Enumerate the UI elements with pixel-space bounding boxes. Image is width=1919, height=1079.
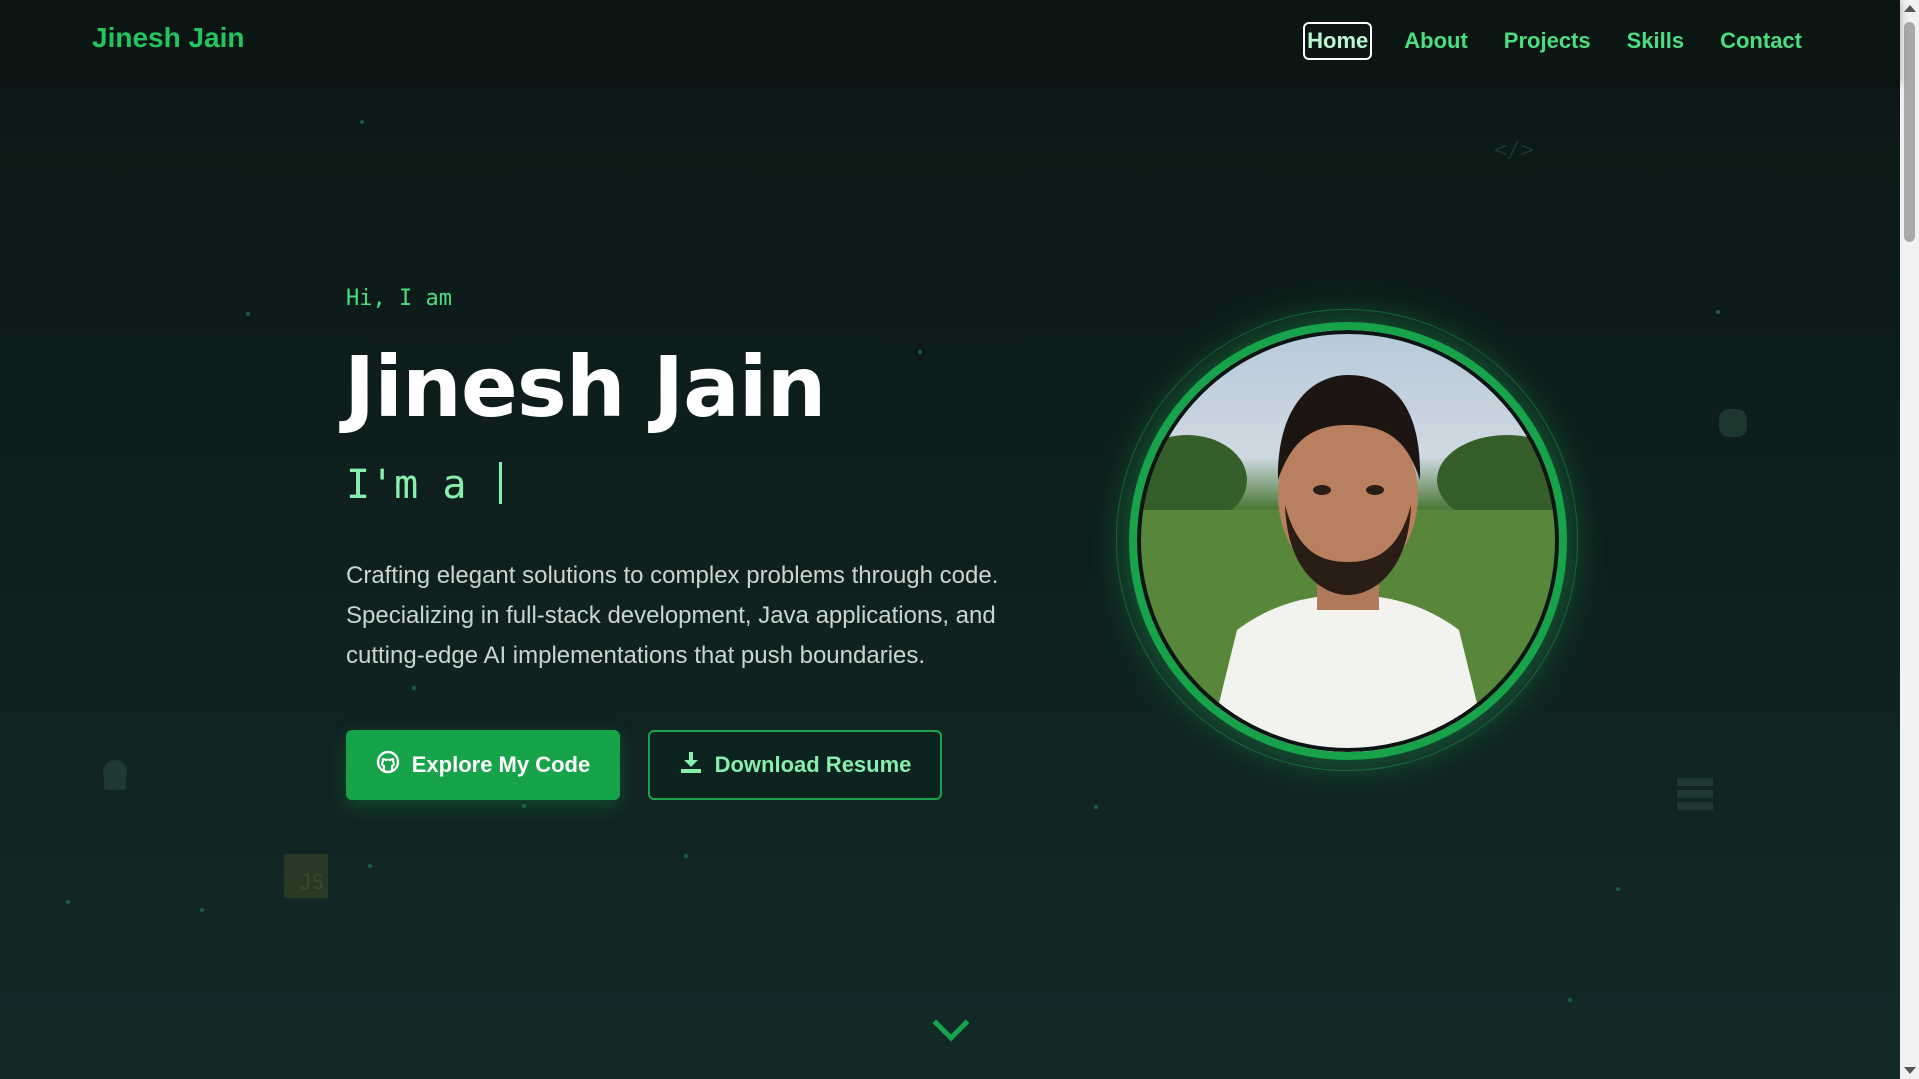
github-icon — [376, 750, 400, 780]
download-resume-button[interactable]: Download Resume — [648, 730, 942, 800]
particle — [1616, 887, 1620, 891]
scroll-down-arrow[interactable] — [1904, 1067, 1916, 1074]
typing-cursor — [498, 462, 502, 504]
nav-links: Home About Projects Skills Contact — [1303, 22, 1806, 60]
scroll-thumb[interactable] — [1904, 22, 1915, 242]
chevron-down-icon[interactable] — [932, 1004, 970, 1042]
hero-greeting: Hi, I am — [346, 286, 452, 311]
scroll-up-arrow[interactable] — [1904, 5, 1916, 12]
particle — [1568, 998, 1572, 1002]
particle — [66, 900, 70, 904]
hero-name: Jinesh Jain — [344, 338, 826, 436]
particle — [522, 804, 526, 808]
page-scrollbar[interactable] — [1900, 0, 1919, 1079]
code-icon: </> — [1494, 138, 1534, 163]
typed-role-text: I'm a — [346, 462, 491, 508]
js-icon: JS — [284, 854, 328, 898]
particle — [360, 120, 364, 124]
nav-link-about[interactable]: About — [1400, 22, 1472, 60]
particle — [200, 908, 204, 912]
top-navbar: Jinesh Jain Home About Projects Skills C… — [0, 0, 1900, 82]
profile-photo-frame — [1116, 309, 1578, 771]
particle — [684, 854, 688, 858]
download-resume-label: Download Resume — [714, 752, 912, 777]
particle — [1716, 310, 1720, 314]
python-icon — [1716, 406, 1750, 444]
brand-logo[interactable]: Jinesh Jain — [92, 22, 245, 54]
photo-inner-ring — [1137, 330, 1559, 752]
explore-code-label: Explore My Code — [411, 752, 591, 777]
particle — [368, 864, 372, 868]
database-icon — [1677, 778, 1713, 814]
nav-link-contact[interactable]: Contact — [1716, 22, 1806, 60]
explore-code-button[interactable]: Explore My Code — [346, 730, 620, 800]
particle — [412, 686, 416, 690]
nav-link-skills[interactable]: Skills — [1623, 22, 1688, 60]
typed-role: I'm a — [346, 462, 502, 508]
particle — [1094, 805, 1098, 809]
profile-photo — [1129, 322, 1567, 760]
nav-link-home[interactable]: Home — [1303, 22, 1373, 60]
download-icon — [679, 750, 703, 780]
nav-link-projects[interactable]: Projects — [1500, 22, 1595, 60]
hero-description: Crafting elegant solutions to complex pr… — [346, 562, 999, 669]
particle — [918, 350, 922, 354]
particle — [246, 312, 250, 316]
android-icon — [98, 758, 132, 798]
